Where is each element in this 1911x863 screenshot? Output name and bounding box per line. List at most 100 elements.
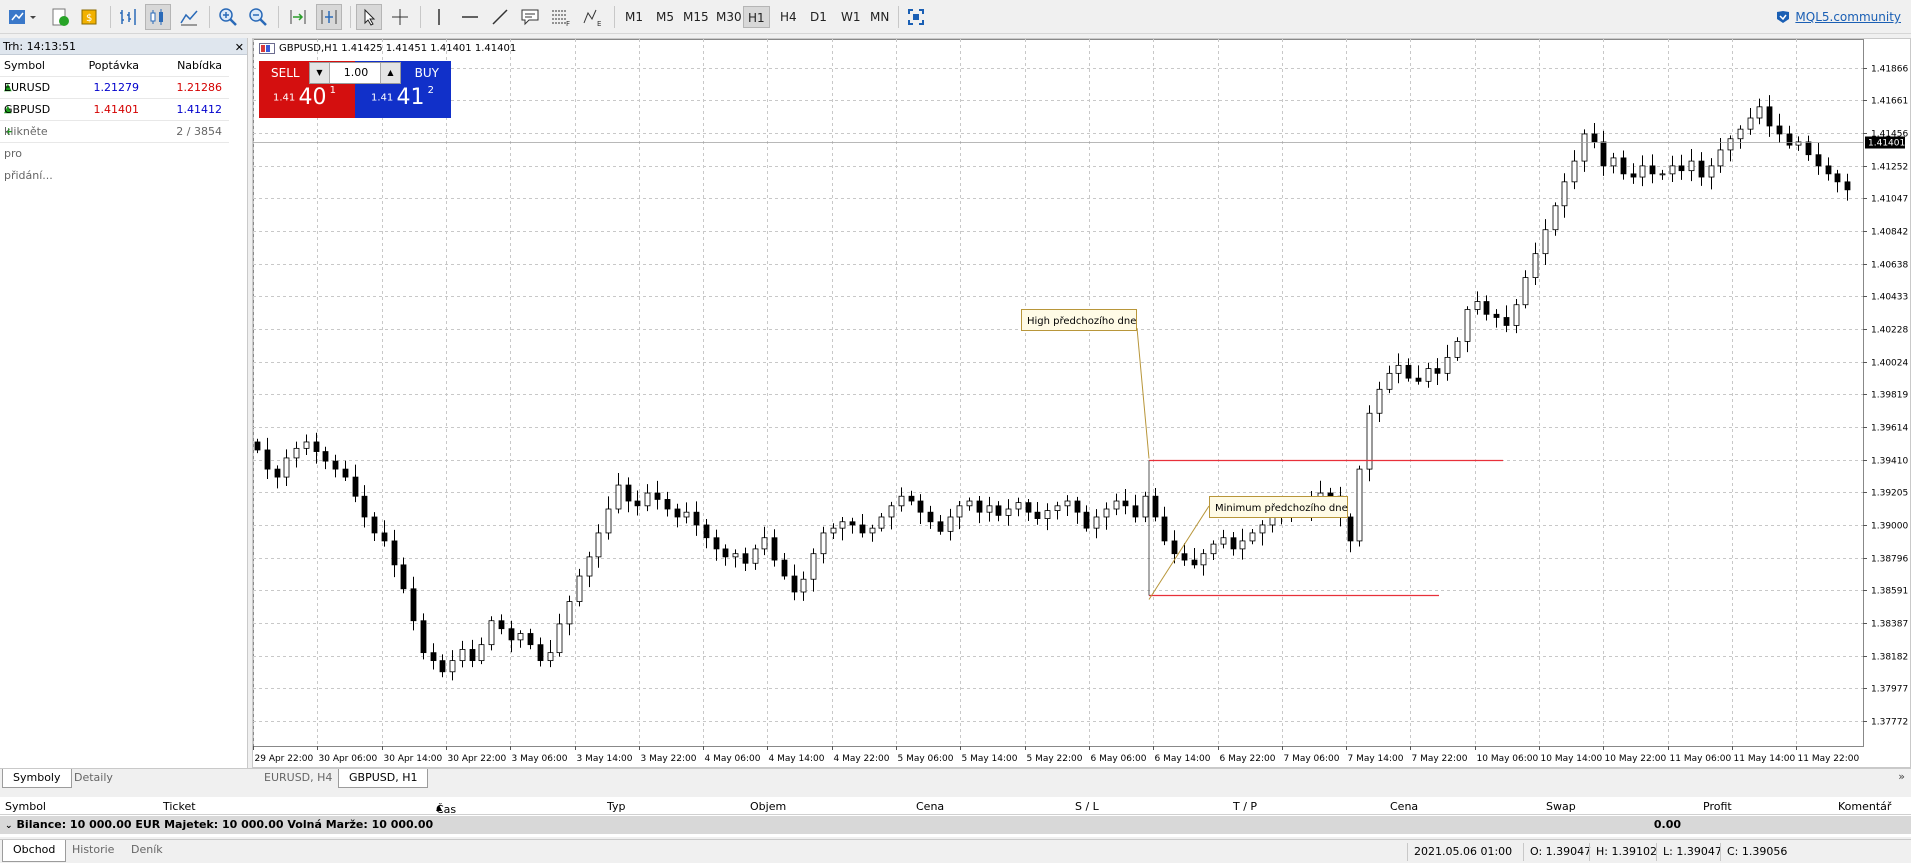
fibonacci-icon[interactable]: F [548, 4, 574, 30]
symbol-row-eurusd[interactable]: ▲ EURUSD 1.21279 1.21286 [0, 77, 229, 99]
mql5-community-link[interactable]: MQL5.community [1775, 9, 1901, 25]
candle-body [469, 649, 476, 662]
col-price-current[interactable]: Cena [1390, 800, 1418, 813]
y-tick-label: 1.39205 [1871, 489, 1908, 499]
line-chart-icon[interactable] [177, 4, 201, 30]
x-tick-label: 11 May 14:00 [1734, 754, 1796, 764]
tab-chart-eurusd[interactable]: EURUSD, H4 [254, 769, 342, 788]
candle-body [303, 441, 310, 449]
collapse-icon: ⌄ [5, 821, 13, 831]
lot-size-input[interactable]: 1.00 [334, 66, 378, 79]
candle-body [322, 451, 329, 462]
candle-body [1756, 106, 1763, 119]
bar-chart-icon[interactable] [116, 4, 140, 30]
terminal-tabs: Obchod Historie Deník 2021.05.06 01:00 O… [0, 839, 1911, 863]
chart-shift-icon[interactable] [316, 4, 342, 30]
current-price-label: 1.41401 [1868, 139, 1905, 149]
candle-body [1103, 508, 1110, 518]
candle-body [1083, 511, 1090, 529]
candlestick-icon[interactable] [145, 4, 171, 30]
horizontal-line-icon[interactable] [458, 4, 482, 30]
mql5-logo-icon [1777, 11, 1790, 23]
main-toolbar: $ F E M1 M5 M15 M30 H1 H4 D1 W1 MN MQL5.… [0, 0, 1911, 34]
col-profit[interactable]: Profit [1703, 800, 1732, 813]
candle-body [1561, 181, 1568, 207]
timeframe-w1[interactable]: W1 [837, 6, 865, 28]
tab-chart-gbpusd[interactable]: GBPUSD, H1 [338, 769, 429, 788]
close-icon[interactable]: ✕ [235, 39, 244, 56]
col-ticket[interactable]: Ticket [163, 800, 196, 813]
col-tp[interactable]: T / P [1233, 800, 1257, 813]
y-tick-label: 1.38182 [1871, 653, 1908, 663]
symbol-row-gbpusd[interactable]: ▲ GBPUSD 1.41401 1.41412 [0, 99, 229, 121]
candle-body [937, 521, 944, 532]
candle-body [1161, 516, 1168, 542]
candle-body [898, 495, 905, 507]
ask-price: 1.21286 [176, 81, 223, 94]
candle-body [1532, 253, 1539, 278]
col-symbol[interactable]: Symbol [5, 800, 46, 813]
balance-row[interactable]: ⌄ Bilance: 10 000.00 EUR Majetek: 10 000.… [0, 816, 1911, 834]
chart-window[interactable]: 1.41866 1.41661 1.41456 1.41252 1.41047 1.408… [252, 38, 1911, 768]
tabs-scroll-icon[interactable]: » [1898, 770, 1905, 783]
x-tick-label: 3 May 06:00 [512, 754, 568, 764]
tab-details[interactable]: Detaily [64, 769, 123, 788]
x-tick-label: 5 May 22:00 [1027, 754, 1083, 764]
add-symbol-row[interactable]: + klikněte pro přidání... 2 / 3854 [0, 121, 229, 182]
col-price[interactable]: Cena [916, 800, 944, 813]
col-swap[interactable]: Swap [1546, 800, 1576, 813]
profiles-icon[interactable]: $ [78, 4, 102, 30]
text-label-icon[interactable] [518, 4, 542, 30]
elliott-wave-icon[interactable]: E [580, 4, 606, 30]
timeframe-mn[interactable]: MN [866, 6, 893, 28]
timeframe-h4[interactable]: H4 [776, 6, 801, 28]
tabs-bar: Symboly Detaily EURUSD, H4 GBPUSD, H1 » [0, 768, 1911, 788]
timeframe-h1[interactable]: H1 [743, 6, 770, 28]
chart-header-text: GBPUSD,H1 1.41425 1.41451 1.41401 1.4140… [279, 43, 517, 54]
col-volume[interactable]: Objem [750, 800, 786, 813]
auto-scroll-icon[interactable] [286, 4, 310, 30]
tab-journal[interactable]: Deník [121, 840, 173, 862]
candle-body [1025, 502, 1032, 513]
col-symbol[interactable]: Symbol [4, 55, 45, 77]
col-sl[interactable]: S / L [1075, 800, 1099, 813]
cursor-icon[interactable] [356, 4, 382, 30]
col-ask[interactable]: Nabídka [177, 55, 222, 77]
annotation-high: High předchozího dne [1027, 315, 1136, 327]
tab-symbols[interactable]: Symboly [2, 769, 72, 788]
col-comment[interactable]: Komentář [1838, 800, 1891, 813]
candle-body [1464, 309, 1471, 342]
zoom-in-icon[interactable] [216, 4, 240, 30]
timeframe-m5[interactable]: M5 [652, 6, 678, 28]
col-bid[interactable]: Poptávka [89, 55, 139, 77]
timeframe-d1[interactable]: D1 [806, 6, 831, 28]
candle-body [1093, 516, 1100, 529]
timeframe-m30[interactable]: M30 [712, 6, 746, 28]
candle-body [1405, 364, 1412, 379]
candle-body [1425, 368, 1432, 382]
vertical-line-icon[interactable] [428, 4, 450, 30]
zoom-out-icon[interactable] [246, 4, 270, 30]
mql5-link-text[interactable]: MQL5.community [1795, 10, 1901, 24]
lot-decrease-button[interactable]: ▼ [310, 63, 330, 83]
candle-body [1269, 516, 1276, 526]
candle-body [586, 556, 593, 577]
candle-body [576, 575, 583, 602]
price-chart[interactable]: 1.418661.416611.414561.412521.410471.408… [253, 39, 1910, 767]
y-tick-label: 1.39819 [1871, 391, 1908, 401]
y-tick-label: 1.40433 [1871, 293, 1908, 303]
candle-body [1825, 165, 1832, 175]
open-file-icon[interactable] [48, 4, 72, 30]
fullscreen-icon[interactable] [904, 4, 928, 30]
col-type[interactable]: Typ [607, 800, 626, 813]
tab-trade[interactable]: Obchod [2, 840, 67, 862]
new-chart-icon[interactable] [6, 4, 38, 30]
candle-body [1513, 304, 1520, 326]
lot-increase-button[interactable]: ▲ [380, 63, 400, 83]
trendline-icon[interactable] [488, 4, 512, 30]
timeframe-m1[interactable]: M1 [621, 6, 647, 28]
tab-history[interactable]: Historie [62, 840, 124, 862]
balance-text: Bilance: 10 000.00 EUR Majetek: 10 000.0… [16, 818, 434, 831]
timeframe-m15[interactable]: M15 [679, 6, 713, 28]
crosshair-icon[interactable] [388, 4, 412, 30]
